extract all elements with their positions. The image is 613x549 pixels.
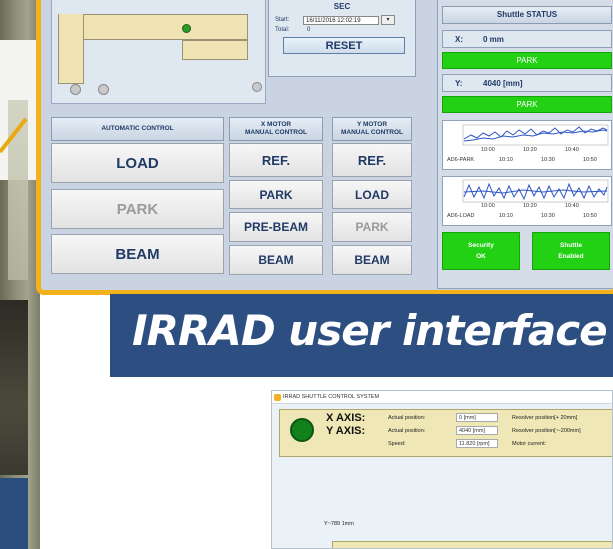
x-ref-button[interactable]: REF. (229, 143, 323, 177)
ad6-park-chart: 10:00 10:20 10:40 AD6-PARK 10:10 10:30 1… (442, 120, 612, 170)
x-motor-header-line2: MANUAL CONTROL (245, 129, 307, 136)
start-datetime-field[interactable]: 16/11/2016 12:02:19 (303, 16, 379, 25)
x-pre-beam-button[interactable]: PRE-BEAM (229, 212, 323, 242)
security-label: Security (468, 242, 494, 249)
y-position-value: 4040 [mm] (483, 79, 523, 88)
y-beam-button[interactable]: BEAM (332, 245, 412, 275)
shuttle-control-window: IRRAD SHUTTLE CONTROL SYSTEM X AXIS: Y A… (271, 390, 613, 549)
shuttle-position-dot (182, 24, 191, 33)
chart2-tick-top-2: 10:40 (565, 203, 579, 209)
map-track-right (182, 40, 248, 60)
chart2-tick-top-1: 10:20 (523, 203, 537, 209)
map-track-left (58, 14, 84, 84)
speed-value: 11.820 [rpm] (456, 439, 498, 448)
chart1-tick-top-2: 10:40 (565, 147, 579, 153)
chart1-series-name: AD6-PARK (447, 157, 475, 163)
shuttle-status-panel: Shuttle STATUS X: 0 mm PARK Y: 4040 [mm]… (437, 0, 613, 289)
start-label: Start: (275, 17, 290, 23)
y-actual-position-value: 4040 [mm] (456, 426, 498, 435)
shuttle-value: Enabled (558, 253, 584, 260)
chart2-tick-top-0: 10:00 (481, 203, 495, 209)
photo-dark-area (0, 300, 28, 475)
y-position-field: Y: 4040 [mm] (442, 74, 612, 92)
chart1-tick-bottom-1: 10:30 (541, 157, 555, 163)
chart1-tick-bottom-0: 10:10 (499, 157, 513, 163)
automatic-control-header: AUTOMATIC CONTROL (51, 117, 224, 141)
y-motor-header: Y MOTOR MANUAL CONTROL (332, 117, 412, 141)
security-value: OK (476, 253, 486, 260)
start-datetime-dropdown[interactable]: ▾ (381, 15, 395, 25)
banner-title: IRRAD user interface (132, 306, 608, 355)
axis-info-panel: X AXIS: Y AXIS: Actual position: 0 [mm] … (279, 409, 612, 457)
map-track-top (58, 14, 248, 40)
y-label: Y: (455, 79, 463, 88)
security-status: Security OK (442, 232, 520, 270)
shuttle-ui: SEC Start: 16/11/2016 12:02:19 ▾ Total: … (41, 0, 613, 290)
app-icon (274, 394, 281, 401)
chart1-tick-top-0: 10:00 (481, 147, 495, 153)
map-station-3 (252, 82, 262, 92)
x-actual-position-label: Actual position: (388, 415, 426, 421)
x-motor-header-line1: X MOTOR (260, 121, 292, 128)
chart2-series-name: AD6-LOAD (447, 213, 475, 219)
chart1-tick-top-1: 10:20 (523, 147, 537, 153)
chart2-tick-bottom-2: 10:50 (583, 213, 597, 219)
x-resolver-label: Resolver position[+ 20mm] (512, 415, 578, 421)
y-park-button[interactable]: PARK (332, 212, 412, 242)
y-actual-position-label: Actual position: (388, 428, 426, 434)
x-actual-position-value: 0 [mm] (456, 413, 498, 422)
shuttle-label: Shuttle (559, 242, 583, 249)
x-label: X: (455, 35, 463, 44)
photo-blue-bar (0, 478, 28, 549)
shuttle-enabled-status: Shuttle Enabled (532, 232, 610, 270)
y-ref-button[interactable]: REF. (332, 143, 412, 177)
auto-load-button[interactable]: LOAD (51, 143, 224, 183)
x-position-field: X: 0 mm (442, 30, 612, 48)
chart1-tick-bottom-2: 10:50 (583, 157, 597, 163)
window-title-bar: IRRAD SHUTTLE CONTROL SYSTEM (272, 391, 612, 404)
ui-screenshot-frame: SEC Start: 16/11/2016 12:02:19 ▾ Total: … (36, 0, 613, 295)
motor-current-label: Motor current: (512, 441, 547, 447)
speed-label: Speed: (388, 441, 406, 447)
chart2-tick-bottom-1: 10:30 (541, 213, 555, 219)
x-state-indicator: PARK (442, 52, 612, 69)
ad6-load-chart-plot (462, 179, 609, 203)
map-station-1 (70, 84, 81, 95)
chart2-tick-bottom-0: 10:10 (499, 213, 513, 219)
shuttle-map (51, 0, 266, 104)
y-motor-header-line2: MANUAL CONTROL (341, 129, 403, 136)
total-value: 0 (307, 27, 311, 33)
x-park-button[interactable]: PARK (229, 180, 323, 209)
reset-button[interactable]: RESET (283, 37, 405, 54)
y-state-indicator: PARK (442, 96, 612, 113)
total-label: Total: (275, 27, 290, 33)
status-led-icon (290, 418, 314, 442)
y-axis-label: Y AXIS: (326, 425, 366, 437)
auto-beam-button[interactable]: BEAM (51, 234, 224, 274)
y-readout: Y~789 1mm (324, 521, 354, 527)
x-beam-button[interactable]: BEAM (229, 245, 323, 275)
x-position-value: 0 mm (483, 35, 504, 44)
auto-park-button[interactable]: PARK (51, 189, 224, 229)
title-banner: IRRAD user interface (110, 294, 613, 377)
window-title: IRRAD SHUTTLE CONTROL SYSTEM (283, 394, 380, 400)
bottom-track (332, 541, 612, 548)
x-axis-label: X AXIS: (326, 412, 366, 424)
sec-title: SEC (333, 2, 351, 11)
ad6-park-chart-plot (462, 124, 609, 146)
map-station-2 (98, 84, 109, 95)
sec-panel: SEC Start: 16/11/2016 12:02:19 ▾ Total: … (268, 0, 416, 77)
x-motor-header: X MOTOR MANUAL CONTROL (229, 117, 323, 141)
y-resolver-label: Resolver position[~-200mm] (512, 428, 581, 434)
background-photo (0, 0, 40, 549)
shuttle-status-title: Shuttle STATUS (442, 6, 612, 24)
y-load-button[interactable]: LOAD (332, 180, 412, 209)
y-motor-header-line1: Y MOTOR (356, 121, 388, 128)
ad6-load-chart: 10:00 10:20 10:40 AD6-LOAD 10:10 10:30 1… (442, 176, 612, 226)
